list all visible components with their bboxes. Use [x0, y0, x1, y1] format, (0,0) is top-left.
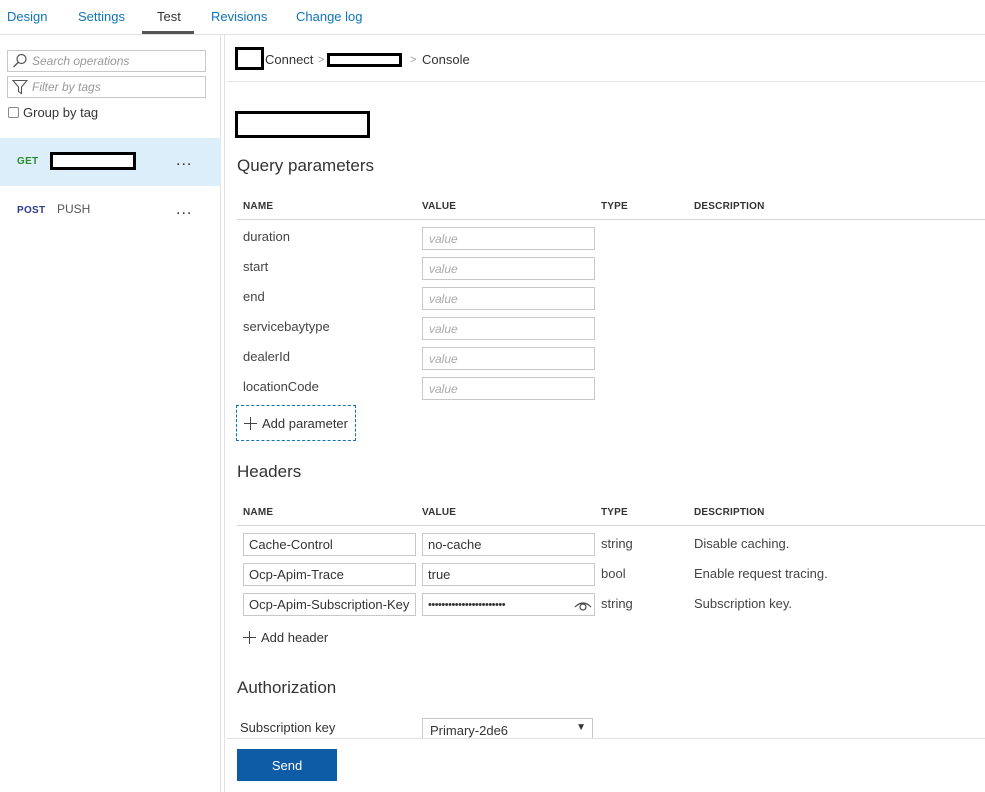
param-value-input[interactable] — [422, 287, 595, 310]
breadcrumb-console: Console — [422, 52, 470, 67]
dropdown-caret-icon: ▼ — [576, 722, 586, 733]
redacted-operation-title — [235, 111, 370, 138]
param-value-input[interactable] — [422, 377, 595, 400]
query-col-description: DESCRIPTION — [694, 201, 765, 212]
add-header-button[interactable]: Add header — [243, 630, 328, 645]
tab-change-log[interactable]: Change log — [296, 9, 363, 24]
operations-pane: Group by tag GET ... POST PUSH ... — [0, 35, 221, 792]
redacted-operation-name — [50, 152, 136, 170]
headers-col-value: VALUE — [422, 507, 457, 518]
subscription-key-select[interactable]: Primary-2de6 ▼ — [422, 718, 593, 740]
pane-splitter[interactable] — [224, 35, 225, 792]
add-header-label: Add header — [261, 630, 329, 645]
headers-col-name: NAME — [243, 507, 274, 518]
tab-design[interactable]: Design — [7, 9, 47, 24]
group-by-tag-checkbox[interactable] — [8, 107, 19, 118]
query-col-name: NAME — [243, 201, 274, 212]
header-description: Enable request tracing. — [694, 566, 828, 581]
search-icon — [13, 53, 27, 68]
operation-item-post[interactable]: POST PUSH ... — [0, 187, 221, 235]
param-name: start — [243, 259, 269, 274]
headers-heading: Headers — [237, 462, 302, 481]
query-col-value: VALUE — [422, 201, 457, 212]
param-name: end — [243, 289, 265, 304]
breadcrumb-divider — [227, 81, 985, 82]
operation-name: PUSH — [57, 202, 91, 216]
param-name: locationCode — [243, 379, 319, 394]
group-by-tag-label: Group by tag — [23, 105, 99, 120]
breadcrumb-separator: > — [410, 54, 417, 66]
plus-icon — [243, 631, 256, 644]
redacted-breadcrumb-item — [327, 53, 402, 67]
plus-icon — [244, 416, 257, 430]
method-badge-post: POST — [17, 205, 46, 216]
subscription-key-label: Subscription key — [240, 720, 336, 735]
header-type: bool — [601, 566, 626, 581]
tab-settings[interactable]: Settings — [78, 9, 125, 24]
param-name: servicebaytype — [243, 319, 330, 334]
param-value-input[interactable] — [422, 347, 595, 370]
more-options-button[interactable]: ... — [176, 201, 192, 219]
param-name: dealerId — [243, 349, 290, 364]
header-description: Subscription key. — [694, 596, 793, 611]
group-by-tag[interactable]: Group by tag — [8, 105, 98, 120]
search-operations-input[interactable] — [32, 52, 202, 70]
authorization-heading: Authorization — [237, 678, 337, 697]
operation-item-get[interactable]: GET ... — [0, 138, 221, 186]
more-options-button[interactable]: ... — [176, 152, 192, 170]
query-parameters-heading: Query parameters — [237, 156, 374, 175]
method-badge-get: GET — [17, 156, 39, 167]
top-tabs: Design Settings Test Revisions Change lo… — [0, 0, 985, 35]
breadcrumb-connect[interactable]: Connect — [265, 52, 313, 67]
header-type: string — [601, 596, 633, 611]
param-name: duration — [243, 229, 290, 244]
headers-col-type: TYPE — [601, 507, 628, 518]
add-parameter-button[interactable]: Add parameter — [236, 405, 356, 441]
active-tab-indicator — [142, 31, 194, 34]
param-value-input[interactable] — [422, 227, 595, 250]
header-name-input[interactable] — [243, 563, 416, 586]
header-name-input[interactable] — [243, 533, 416, 556]
subscription-key-input[interactable] — [422, 593, 595, 616]
redacted-breadcrumb-icon — [235, 47, 264, 70]
query-col-type: TYPE — [601, 201, 628, 212]
header-value-input[interactable] — [422, 533, 595, 556]
action-footer — [227, 738, 985, 792]
param-value-input[interactable] — [422, 257, 595, 280]
header-type: string — [601, 536, 633, 551]
query-header-rule — [237, 219, 985, 220]
send-button[interactable]: Send — [237, 749, 337, 781]
filter-tags-box[interactable] — [7, 76, 206, 98]
add-parameter-label: Add parameter — [262, 415, 348, 431]
filter-icon — [12, 79, 28, 95]
param-value-input[interactable] — [422, 317, 595, 340]
subscription-key-selected: Primary-2de6 — [430, 723, 509, 738]
eye-icon[interactable] — [574, 598, 592, 612]
filter-tags-input[interactable] — [32, 78, 202, 96]
search-operations-box[interactable] — [7, 50, 206, 72]
headers-col-description: DESCRIPTION — [694, 507, 765, 518]
header-value-input[interactable] — [422, 563, 595, 586]
headers-header-rule — [237, 525, 985, 526]
header-description: Disable caching. — [694, 536, 790, 551]
tab-revisions[interactable]: Revisions — [211, 9, 267, 24]
breadcrumb-separator: > — [318, 54, 325, 66]
header-name-input[interactable] — [243, 593, 416, 616]
tab-test[interactable]: Test — [157, 9, 181, 24]
